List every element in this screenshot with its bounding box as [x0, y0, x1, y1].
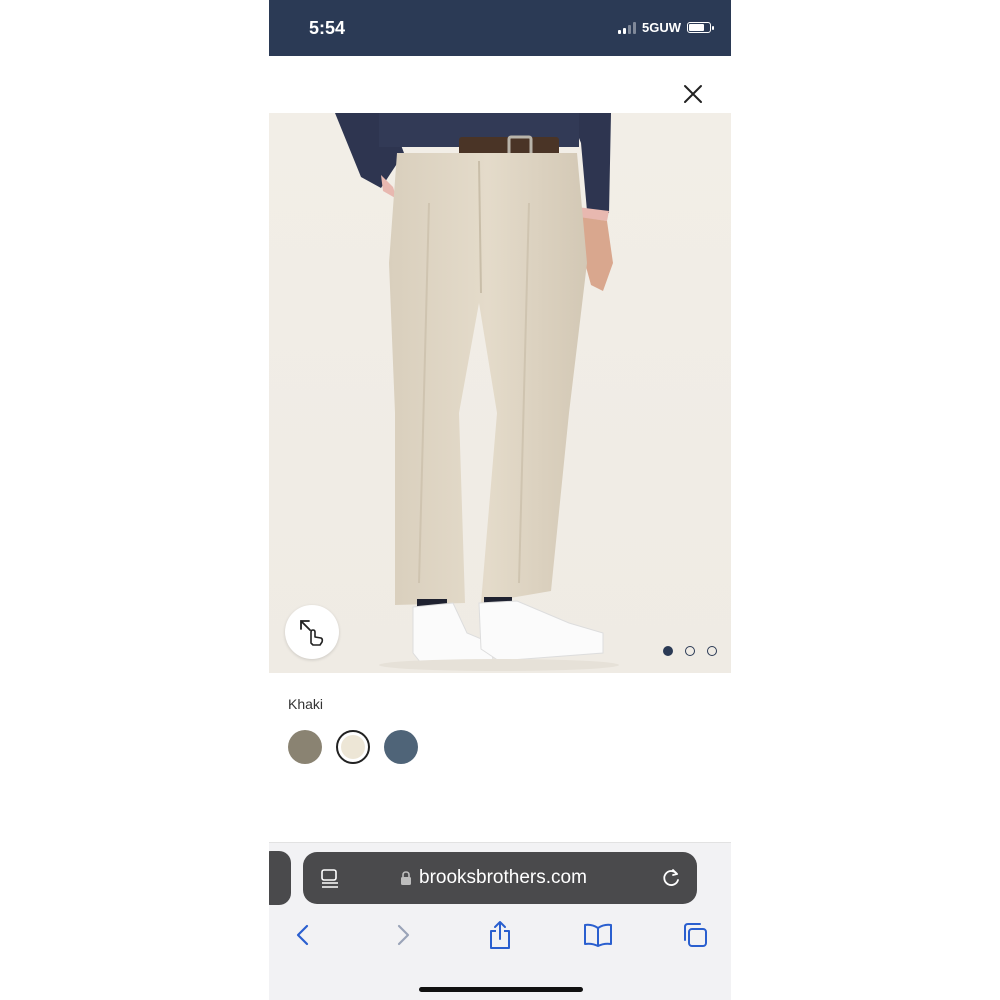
home-indicator[interactable]: [419, 987, 583, 992]
carousel-dot[interactable]: [663, 646, 673, 656]
tabs-icon: [684, 923, 707, 947]
previous-tab-preview[interactable]: [269, 851, 291, 905]
tabs-button[interactable]: [677, 917, 713, 953]
address-bar[interactable]: brooksbrothers.com: [303, 852, 697, 904]
color-swatches: [288, 730, 418, 764]
chevron-right-icon: [397, 924, 410, 946]
product-image[interactable]: [269, 113, 731, 673]
lock-icon: [401, 871, 411, 885]
swatch-slate-blue[interactable]: [384, 730, 418, 764]
swatch-khaki[interactable]: [336, 730, 370, 764]
share-icon: [490, 921, 510, 949]
status-indicators: 5GUW: [618, 20, 714, 35]
browser-chrome: brooksbrothers.com: [269, 842, 731, 1000]
chevron-left-icon: [296, 924, 309, 946]
phone-screen: 5:54 5GUW Khaki brooksbrothers.com: [269, 0, 731, 1000]
battery-icon: [687, 22, 714, 33]
forward-button[interactable]: [385, 917, 421, 953]
book-icon: [584, 923, 612, 947]
status-time: 5:54: [309, 18, 346, 38]
page-menu-icon[interactable]: [319, 867, 341, 889]
browser-toolbar: [269, 917, 731, 957]
reload-icon[interactable]: [659, 866, 683, 890]
swatch-olive-gray[interactable]: [288, 730, 322, 764]
back-button[interactable]: [285, 917, 321, 953]
close-icon: [684, 85, 702, 103]
bookmarks-button[interactable]: [580, 917, 616, 953]
expand-touch-icon: [300, 620, 324, 646]
share-button[interactable]: [482, 917, 518, 953]
signal-icon: [618, 21, 636, 34]
trousers-photo: [269, 113, 731, 673]
battery-level: [689, 24, 704, 31]
selected-color-label: Khaki: [288, 696, 324, 712]
status-bar: 5:54 5GUW: [269, 0, 731, 56]
carousel-dot[interactable]: [685, 646, 695, 656]
carousel-dots: [663, 646, 717, 656]
network-label: 5GUW: [642, 20, 681, 35]
zoom-button[interactable]: [285, 605, 339, 659]
close-button[interactable]: [679, 80, 707, 108]
carousel-dot[interactable]: [707, 646, 717, 656]
url-text: brooksbrothers.com: [419, 867, 587, 888]
